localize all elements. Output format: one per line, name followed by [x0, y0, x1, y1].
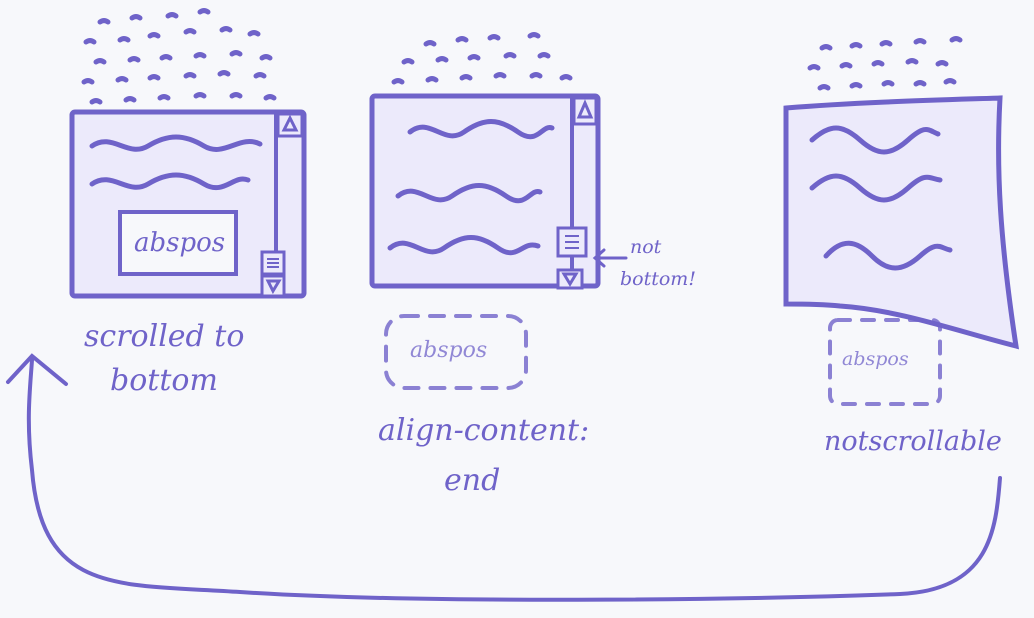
up-arrow-icon[interactable] — [572, 96, 598, 126]
caption-align-content-line1: align-content: — [378, 413, 590, 448]
sketch-drawing — [6, 8, 1020, 602]
down-arrow-icon[interactable] — [556, 268, 584, 290]
whiteboard-sketch: abspos scrolled to bottom not bottom! ab… — [0, 0, 1034, 618]
down-arrow-icon[interactable] — [260, 274, 286, 298]
overflow-content-dashes-1 — [81, 8, 277, 105]
caption-end-line2: end — [444, 463, 501, 498]
up-arrow-icon[interactable] — [276, 112, 304, 138]
dashed-abspos-label-3: abspos — [842, 348, 909, 370]
not-bottom-arrow-icon — [592, 248, 628, 268]
overflow-content-dashes-2 — [391, 32, 573, 85]
panel-align-content-end — [369, 32, 628, 390]
caption-notscrollable: notscrollable — [824, 426, 1002, 457]
scroll-thumb-icon[interactable] — [556, 226, 588, 258]
scroll-thumb-icon[interactable] — [260, 250, 286, 276]
side-note-bottom: bottom! — [620, 268, 696, 290]
overflow-content-dashes-3 — [807, 36, 963, 91]
side-note-not: not — [630, 236, 662, 258]
caption-bottom-line2: bottom — [110, 363, 218, 398]
caption-scrolled-to-line1: scrolled to — [84, 319, 245, 354]
abspos-label-1: abspos — [134, 228, 226, 258]
dashed-abspos-label-2: abspos — [410, 338, 488, 363]
